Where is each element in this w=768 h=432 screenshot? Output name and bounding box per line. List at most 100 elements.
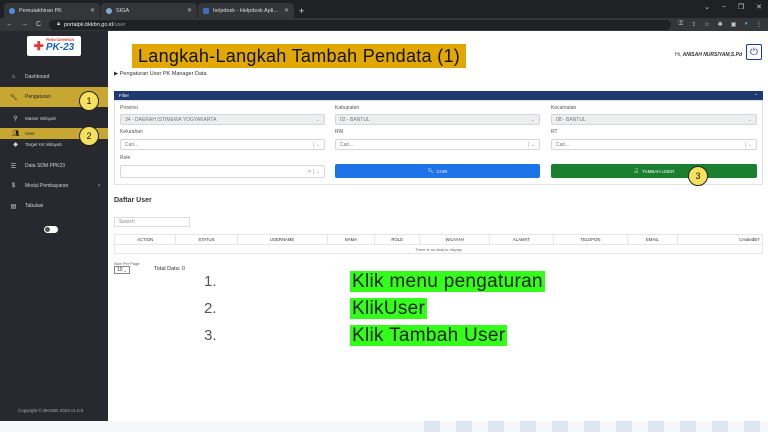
browser-tab-bar: Pemutakhiran PK ✕ SIGA ✕ helpdesk - Help… [0, 0, 768, 18]
cari-label: CARI [436, 168, 448, 174]
home-icon: ⌂ [11, 74, 16, 80]
url-host: portalpk.bkkbn.go.id [64, 21, 114, 28]
user-name: ANISAH NURSIYAM,S.Pd [682, 52, 742, 58]
column-header[interactable]: STATUS [175, 234, 238, 245]
chevron-down-icon: ⌄ [315, 116, 320, 123]
forward-icon[interactable]: → [21, 21, 28, 28]
power-icon[interactable]: ⏻ [746, 44, 762, 60]
column-header[interactable]: WILAYAH [419, 234, 491, 245]
provinsi-label: Provinsi [120, 105, 138, 111]
table-icon: ▤ [10, 203, 17, 210]
close-icon[interactable]: ✕ [756, 3, 762, 11]
filter-header[interactable]: Filter ⌃ [114, 91, 763, 100]
list-icon: ☰ [10, 163, 17, 170]
logo[interactable]: ✚ PEMUTAKHIRAN PK-23 [0, 31, 108, 61]
step-item: 1. Klik menu pengaturan [204, 268, 545, 295]
minimize-icon[interactable]: – [722, 3, 726, 11]
menu-icon[interactable]: ⋮ [756, 21, 762, 28]
kabupaten-select[interactable]: 02 - BANTUL ⌄ [335, 114, 540, 125]
wrench-icon: 🔧︎ [10, 94, 18, 101]
browser-tab-siga[interactable]: SIGA ✕ [101, 3, 197, 18]
slide-headline: Langkah-Langkah Tambah Pendata (1) [132, 44, 467, 68]
back-icon[interactable]: ← [6, 21, 13, 28]
step-number: 1. [204, 273, 217, 290]
close-icon[interactable]: ✕ [284, 7, 289, 14]
table-row: There is no data to display [114, 244, 763, 254]
search-placeholder: Search [119, 219, 135, 225]
size-per-page-select[interactable]: 10 ⌄ [114, 266, 130, 274]
tambah-user-button[interactable]: 👤︎ TAMBAH USER [551, 164, 757, 178]
window-controls: ⌄ – ❐ ✕ [704, 3, 762, 11]
chevron-down-icon: ⌄ [530, 116, 535, 123]
close-icon[interactable]: ✕ [187, 7, 192, 14]
kecamatan-value: 08 - BANTUL [556, 116, 586, 123]
sidepanel-icon[interactable]: ▣ [731, 21, 737, 28]
role-select[interactable]: ✕ | ⌄ [120, 165, 325, 178]
callout-step-3: 3 [688, 166, 708, 186]
theme-toggle[interactable] [44, 226, 58, 233]
browser-tab-pemutakhiran[interactable]: Pemutakhiran PK ✕ [4, 3, 100, 18]
star-icon[interactable]: ☆ [704, 21, 709, 28]
column-header[interactable]: ALAMAT [489, 234, 554, 245]
search-icon: 🔍︎ [427, 168, 434, 173]
url-path: /user [113, 21, 126, 28]
rt-select[interactable]: Cari... | ⌄ [551, 139, 757, 150]
sidebar-item-data-sdm[interactable]: ☰ Data SDM PPK23 [0, 156, 108, 176]
user-greeting: Hi, ANISAH NURSIYAM,S.Pd [675, 52, 742, 58]
browser-tab-helpdesk[interactable]: helpdesk - Helpdesk Aplikasi, Ja ✕ [198, 3, 294, 18]
search-input[interactable]: Search [114, 217, 190, 227]
new-tab-button[interactable]: + [299, 3, 304, 18]
chevron-down-icon[interactable]: ⌄ [704, 3, 710, 11]
add-user-icon: 👤︎ [633, 168, 640, 173]
rt-placeholder: Cari... [556, 141, 570, 148]
address-bar: ← → C 🔒︎ portalpk.bkkbn.go.id/user ⚿ ⇪ ☆… [0, 18, 768, 31]
kelurahan-select[interactable]: Cari... | ⌄ [120, 139, 325, 150]
profile-icon[interactable]: ● [744, 21, 748, 28]
kabupaten-label: Kabupaten [335, 105, 360, 111]
sidebar-item-dashboard[interactable]: ⌂ Dashboard [0, 67, 108, 87]
close-icon[interactable]: ✕ [90, 7, 95, 14]
column-header[interactable]: NAMA [326, 234, 376, 245]
rw-label: RW [335, 129, 344, 135]
restore-icon[interactable]: ❐ [738, 3, 744, 11]
chevron-up-icon[interactable]: ⌃ [754, 93, 758, 99]
kelurahan-label: Kelurahan [120, 129, 143, 135]
site-favicon-icon [9, 7, 15, 14]
instruction-steps: 1. Klik menu pengaturan 2. KlikUser 3. K… [204, 268, 545, 349]
step-item: 2. KlikUser [204, 295, 545, 322]
cross-logo-icon: ✚ [33, 39, 44, 53]
copyright-text: Copyright © BKKBN 2023 v1.0.0 [18, 408, 84, 413]
sidebar-item-modul-pembayaran[interactable]: $ Modul Pembayaran › [0, 176, 108, 196]
column-header[interactable]: ACTION [113, 234, 177, 245]
tambah-user-label: TAMBAH USER [642, 168, 675, 174]
users-icon: 👥︎ [12, 131, 20, 137]
total-data: Total Data: 0 [154, 266, 185, 272]
column-header[interactable]: ROLE [374, 234, 421, 245]
key-icon[interactable]: ⚿ [679, 21, 684, 28]
callout-step-2: 2 [79, 126, 99, 146]
reload-icon[interactable]: C [36, 21, 41, 28]
cari-button[interactable]: 🔍︎ CARI [335, 164, 540, 178]
step-item: 3. Klik Tambah User [204, 322, 545, 349]
sidebar-item-master-wilayah[interactable]: ⚲ Master Wilayah [0, 113, 108, 124]
column-header[interactable]: EMAIL [627, 234, 678, 245]
chevron-down-icon: | ⌄ [528, 141, 535, 148]
column-header[interactable]: CreatedBY [676, 234, 764, 245]
provinsi-select[interactable]: 34 - DAERAH ISTIMEWA YOGYAKARTA ⌄ [120, 114, 325, 125]
callout-step-1: 1 [79, 91, 99, 111]
column-header[interactable]: TELEPON [552, 234, 629, 245]
chevron-down-icon: | ⌄ [745, 141, 752, 148]
dollar-icon: $ [11, 183, 16, 189]
kecamatan-select[interactable]: 08 - BANTUL ⌄ [551, 114, 757, 125]
column-header[interactable]: USERNAME [236, 234, 328, 245]
url-field[interactable]: 🔒︎ portalpk.bkkbn.go.id/user [49, 19, 671, 30]
sidebar-item-tabulasi[interactable]: ▤ Tabulasi [0, 196, 108, 216]
site-favicon-icon [203, 7, 209, 14]
site-favicon-icon [106, 7, 112, 14]
sidebar-item-label: Dashboard [25, 74, 50, 80]
chevron-down-icon: ⌄ [123, 267, 127, 273]
extensions-icon[interactable]: ✱ [718, 21, 723, 28]
greeting-text: Hi, [675, 52, 682, 58]
rw-select[interactable]: Cari... | ⌄ [335, 139, 540, 150]
share-icon[interactable]: ⇪ [691, 21, 696, 28]
